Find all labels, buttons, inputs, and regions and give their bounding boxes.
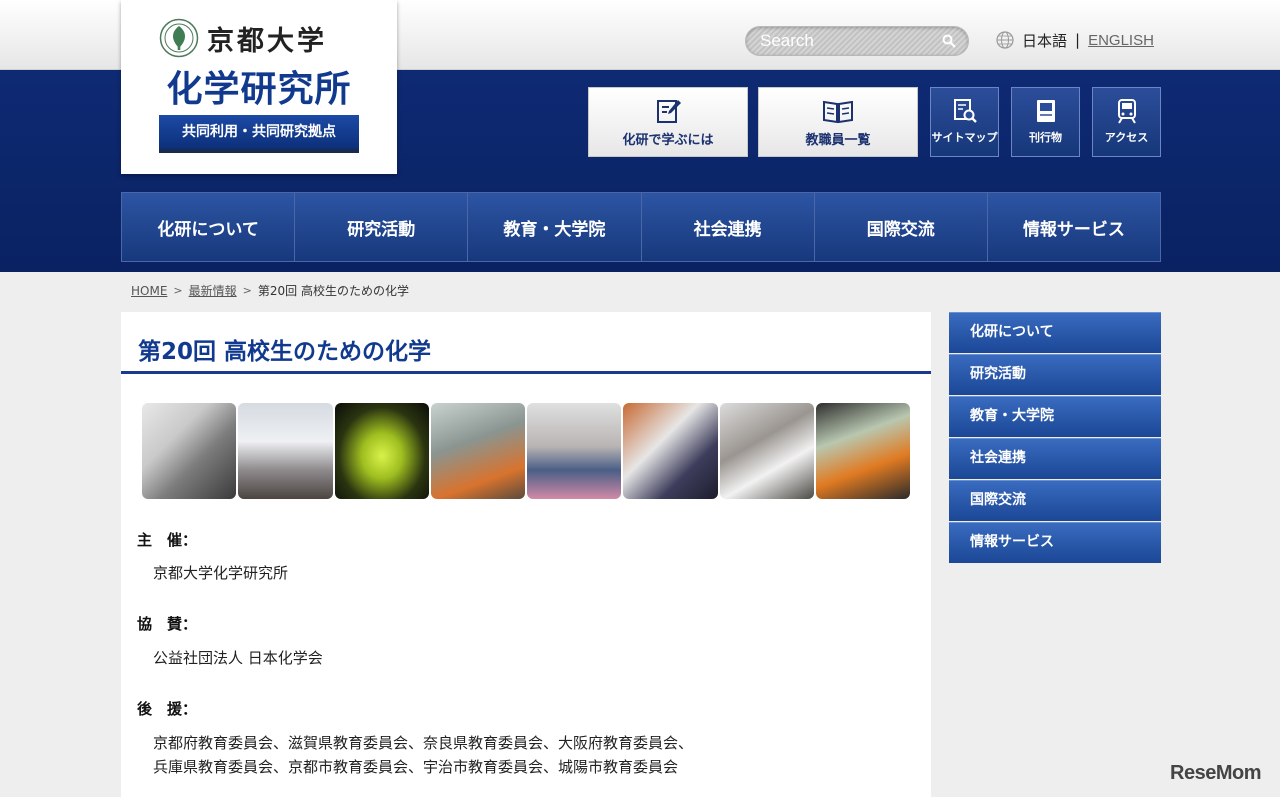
side-nav-item-education[interactable]: 教育・大学院 [949,396,1161,437]
side-nav-item-about[interactable]: 化研について [949,312,1161,353]
photo-students-lab-coats [142,403,237,499]
gnav-item-education[interactable]: 教育・大学院 [468,193,642,261]
photo-lecture-room [238,403,333,499]
gnav-item-society[interactable]: 社会連携 [641,193,815,261]
lang-japanese[interactable]: 日本語 [1022,30,1067,51]
side-nav-item-research[interactable]: 研究活動 [949,354,1161,395]
site-logo[interactable]: 京都大学 化学研究所 共同利用・共同研究拠点 [121,0,397,174]
institute-tagline: 共同利用・共同研究拠点 [159,115,359,153]
publication-icon [1036,100,1055,122]
breadcrumb-current: 第20回 高校生のための化学 [257,284,409,298]
main-content: 第20回 高校生のための化学 主 催： 京都大学化学研究所 協 賛： 公益社団法… [121,312,931,797]
publications-label: 刊行物 [1029,131,1062,144]
search-box[interactable] [745,26,969,56]
photo-microscope-work [719,403,814,499]
search-input[interactable] [760,31,940,51]
photo-gloved-hands [623,403,718,499]
access-button[interactable]: アクセス [1092,87,1161,157]
language-switch: 日本語 | ENGLISH [996,29,1154,51]
lang-separator: | [1075,31,1081,49]
pencil-note-icon [657,100,681,123]
university-name: 京都大学 [207,26,327,57]
lang-english-link[interactable]: ENGLISH [1088,32,1154,49]
sponsor-label: 協 賛： [137,615,198,633]
gnav-item-research[interactable]: 研究活動 [295,193,469,261]
train-icon [1117,99,1136,124]
organizer-text: 京都大学化学研究所 [153,564,289,582]
supporter-text-line-2: 兵庫県教育委員会、京都市教育委員会、宇治市教育委員会、城陽市教育委員会 [153,758,679,776]
side-nav-item-info-services[interactable]: 情報サービス [949,522,1161,563]
study-at-icr-label: 化研で学ぶには [622,133,714,148]
breadcrumb-home-link[interactable]: HOME [131,284,167,298]
breadcrumb-news-link[interactable]: 最新情報 [189,282,237,299]
supporter-text-line-1: 京都府教育委員会、滋賀県教育委員会、奈良県教育委員会、大阪府教育委員会、 [153,734,694,752]
breadcrumb-separator: > [173,284,183,297]
organizer-label: 主 催： [137,531,198,549]
gnav-item-international[interactable]: 国際交流 [814,193,988,261]
university-seal-icon [159,18,199,58]
institute-name: 化学研究所 [166,69,352,110]
search-icon[interactable] [942,34,956,48]
photo-glowing-tubes [334,403,429,499]
watermark-logo: ReseMom [1170,762,1261,784]
gnav-item-info-services[interactable]: 情報サービス [987,193,1161,261]
globe-icon [996,31,1014,49]
sitemap-label: サイトマップ [931,131,998,144]
staff-list-label: 教職員一覧 [805,133,871,148]
photo-strip [142,403,910,499]
side-nav-item-society[interactable]: 社会連携 [949,438,1161,479]
breadcrumb: HOME > 最新情報 > 第20回 高校生のための化学 [131,282,409,299]
staff-list-button[interactable]: 教職員一覧 [758,87,918,157]
publications-button[interactable]: 刊行物 [1011,87,1080,157]
title-underline [121,371,931,374]
photo-crowd-visit [527,403,622,499]
sponsor-text: 公益社団法人 日本化学会 [153,649,323,667]
side-nav-item-international[interactable]: 国際交流 [949,480,1161,521]
photo-lab-group [430,403,525,499]
supporter-label: 後 援： [137,700,198,718]
open-book-icon [823,100,853,124]
sitemap-button[interactable]: サイトマップ [930,87,999,157]
side-nav: 化研について 研究活動 教育・大学院 社会連携 国際交流 情報サービス [949,312,1161,564]
study-at-icr-button[interactable]: 化研で学ぶには [588,87,748,157]
access-label: アクセス [1104,131,1149,144]
global-nav: 化研について 研究活動 教育・大学院 社会連携 国際交流 情報サービス [121,192,1161,262]
breadcrumb-separator: > [242,284,252,297]
sitemap-search-icon [953,99,977,123]
gnav-item-about[interactable]: 化研について [122,193,296,261]
page-title: 第20回 高校生のための化学 [138,339,432,365]
photo-staff-computer [815,403,910,499]
